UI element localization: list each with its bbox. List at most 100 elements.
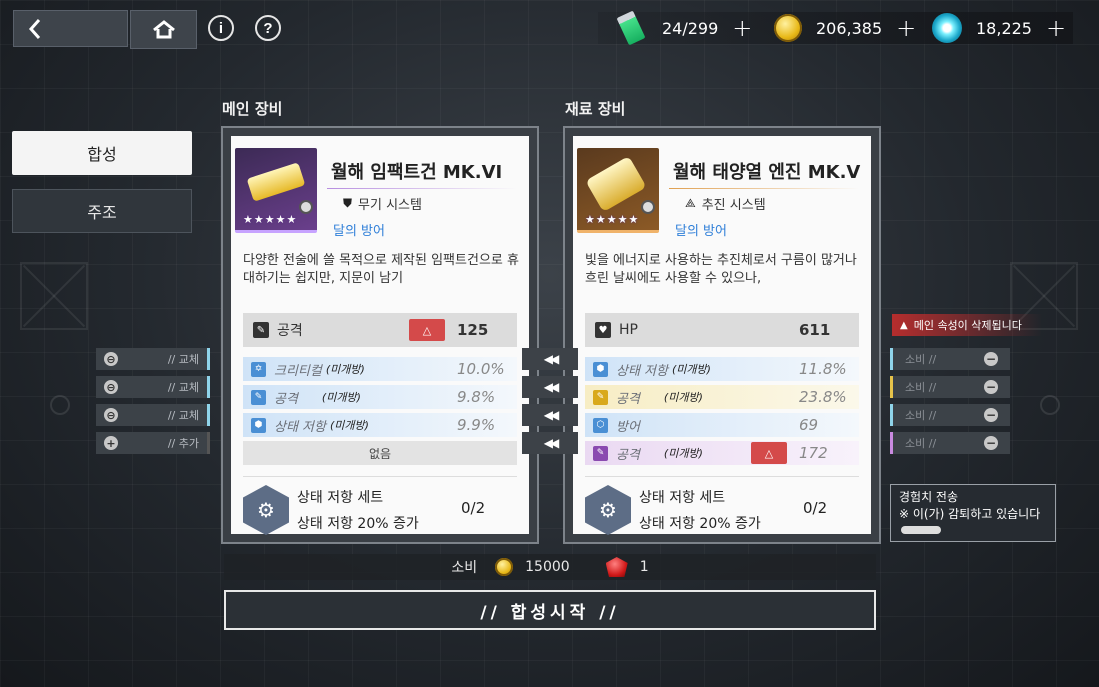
- equipment-thumbnail[interactable]: ★★★★★: [235, 148, 317, 233]
- substat-label: 상태 저항: [616, 363, 668, 379]
- replace-icon: ⊖: [104, 380, 118, 394]
- exp-transfer-panel[interactable]: 경험치 전송 ※ 이(가) 감퇴하고 있습니다: [890, 484, 1056, 542]
- add-slot-button[interactable]: + // 추가: [96, 432, 210, 454]
- substat-value: 9.9%: [457, 416, 496, 434]
- exp-toggle[interactable]: [901, 526, 941, 534]
- replace-icon: ⊖: [104, 408, 118, 422]
- substat-label: 공격: [616, 391, 640, 407]
- slot-label: 소비 //: [905, 409, 937, 422]
- equipment-thumbnail[interactable]: ★★★★★: [577, 148, 659, 233]
- system-label: 추진 시스템: [701, 198, 766, 213]
- transfer-arrow-icon: ◀◀: [522, 376, 578, 398]
- resource-stamina: 24/299 +: [616, 10, 752, 46]
- impact-gun-icon: [246, 162, 306, 202]
- material-equipment-card: ★★★★★ 월해 태양열 엔진 MK.V ⟁ 추진 시스템 달의 방어 빛을 에…: [563, 126, 881, 544]
- consume-slot[interactable]: 소비 // −: [890, 348, 1010, 370]
- back-button[interactable]: [13, 10, 128, 47]
- minus-icon[interactable]: −: [984, 380, 998, 394]
- replace-slot-button[interactable]: ⊖ // 교체: [96, 404, 210, 426]
- main-stat-label: 공격: [277, 323, 303, 339]
- set-bonus: ⚙ 상태 저항 세트 상태 저항 20% 증가 0/2: [243, 476, 517, 539]
- set-bonus: ⚙ 상태 저항 세트 상태 저항 20% 증가 0/2: [585, 476, 859, 539]
- substat-row: ✡ 크리티컬 (미개방) 10.0%: [243, 357, 517, 381]
- add-crystal-button[interactable]: +: [1046, 14, 1066, 42]
- ruby-cost: 1: [639, 559, 649, 575]
- warning-triangle-button[interactable]: △: [409, 319, 445, 341]
- exp-transfer-desc: ※ 이(가) 감퇴하고 있습니다: [899, 507, 1041, 521]
- cost-label: 소비: [451, 560, 478, 576]
- critical-icon: ✡: [251, 361, 266, 377]
- attack-icon: ✎: [253, 322, 269, 338]
- attack-icon: ✎: [593, 445, 608, 461]
- equipment-description: 다양한 전술에 쓸 목적으로 제작된 임팩트건으로 휴대하기는 쉽지만, 지문이…: [243, 253, 519, 286]
- replace-icon: ⊖: [104, 352, 118, 366]
- name-underline: [669, 188, 859, 189]
- substat-value: 10.0%: [457, 360, 505, 378]
- main-stat-value: 125: [457, 321, 489, 339]
- info-button[interactable]: i: [208, 15, 234, 41]
- add-icon: +: [104, 436, 118, 450]
- slot-label: 소비 //: [905, 437, 937, 450]
- consume-slot[interactable]: 소비 // −: [890, 432, 1010, 454]
- minus-icon[interactable]: −: [984, 436, 998, 450]
- attack-icon: ✎: [251, 389, 266, 405]
- minus-icon[interactable]: −: [984, 408, 998, 422]
- name-underline: [327, 188, 517, 189]
- minus-icon[interactable]: −: [984, 352, 998, 366]
- material-equipment-label: 재료 장비: [565, 100, 626, 118]
- replace-slot-button[interactable]: ⊖ // 교체: [96, 376, 210, 398]
- substat-label: 공격: [274, 391, 298, 407]
- substat-label: 공격: [616, 447, 640, 463]
- chevron-left-icon: [28, 18, 41, 39]
- propulsion-system-icon: ⟁: [685, 196, 696, 210]
- replace-slot-button[interactable]: ⊖ // 교체: [96, 348, 210, 370]
- consume-slot[interactable]: 소비 // −: [890, 376, 1010, 398]
- resource-crystal: 18,225 +: [932, 12, 1066, 44]
- main-stat-label: HP: [619, 322, 638, 338]
- set-bonus-title: 상태 저항 세트: [639, 490, 726, 506]
- decor-circle: [50, 395, 70, 415]
- slot-label: // 교체: [167, 353, 199, 366]
- main-stat-deleted-warning: ▲ 메인 속성이 삭제됩니다: [892, 314, 1042, 336]
- consume-slot[interactable]: 소비 // −: [890, 404, 1010, 426]
- substat-value: 172: [799, 444, 828, 462]
- attack-icon: ✎: [593, 389, 608, 405]
- substat-value: 69: [799, 416, 819, 434]
- warning-text: 메인 속성이 삭제됩니다: [913, 319, 1022, 332]
- tab-casting[interactable]: 주조: [12, 189, 192, 233]
- substat-tag: (미개방): [329, 419, 369, 432]
- help-button[interactable]: ?: [255, 15, 281, 41]
- start-synthesis-button[interactable]: // 합성시작 //: [224, 590, 876, 630]
- cost-bar: 소비 15000 1: [224, 554, 876, 580]
- substat-row: ✎ 공격 (미개방) 23.8%: [585, 385, 859, 409]
- transfer-arrow-icon: ◀◀: [522, 432, 578, 454]
- gold-cost: 15000: [525, 559, 570, 575]
- home-button[interactable]: [130, 10, 197, 49]
- card-body: ★★★★★ 월해 태양열 엔진 MK.V ⟁ 추진 시스템 달의 방어 빛을 에…: [573, 136, 871, 535]
- gold-value: 206,385: [816, 18, 883, 38]
- tab-synthesis[interactable]: 합성: [12, 131, 192, 175]
- resist-icon: ⬢: [593, 361, 608, 377]
- substat-row: ⬡ 방어 69: [585, 413, 859, 437]
- main-equipment-card: ★★★★★ 월해 임팩트건 MK.VI ⛊ 무기 시스템 달의 방어 다양한 전…: [221, 126, 539, 544]
- slot-label: // 교체: [167, 381, 199, 394]
- resource-gold: 206,385 +: [774, 12, 916, 44]
- set-emblem-icon: ⚙: [585, 485, 631, 535]
- add-gold-button[interactable]: +: [896, 14, 916, 42]
- equipment-name: 월해 태양열 엔진 MK.V: [673, 162, 861, 183]
- set-bonus-title: 상태 저항 세트: [297, 490, 384, 506]
- slot-label: // 추가: [167, 437, 199, 450]
- crystal-value: 18,225: [976, 18, 1032, 38]
- empty-substat-row: 없음: [243, 441, 517, 465]
- add-stamina-button[interactable]: +: [732, 14, 752, 42]
- equipment-name: 월해 임팩트건 MK.VI: [331, 162, 503, 183]
- star-rating: ★★★★★: [585, 213, 640, 226]
- crystal-gem-icon: [932, 13, 962, 43]
- equipment-system: ⟁ 추진 시스템: [685, 194, 766, 213]
- equipment-system: ⛊ 무기 시스템: [343, 194, 422, 213]
- warning-triangle-button[interactable]: △: [751, 442, 787, 464]
- gold-coin-icon: [495, 558, 514, 576]
- substat-label: 상태 저항: [274, 419, 326, 435]
- warning-triangle-icon: △: [764, 446, 774, 460]
- exp-transfer-title: 경험치 전송: [899, 490, 959, 504]
